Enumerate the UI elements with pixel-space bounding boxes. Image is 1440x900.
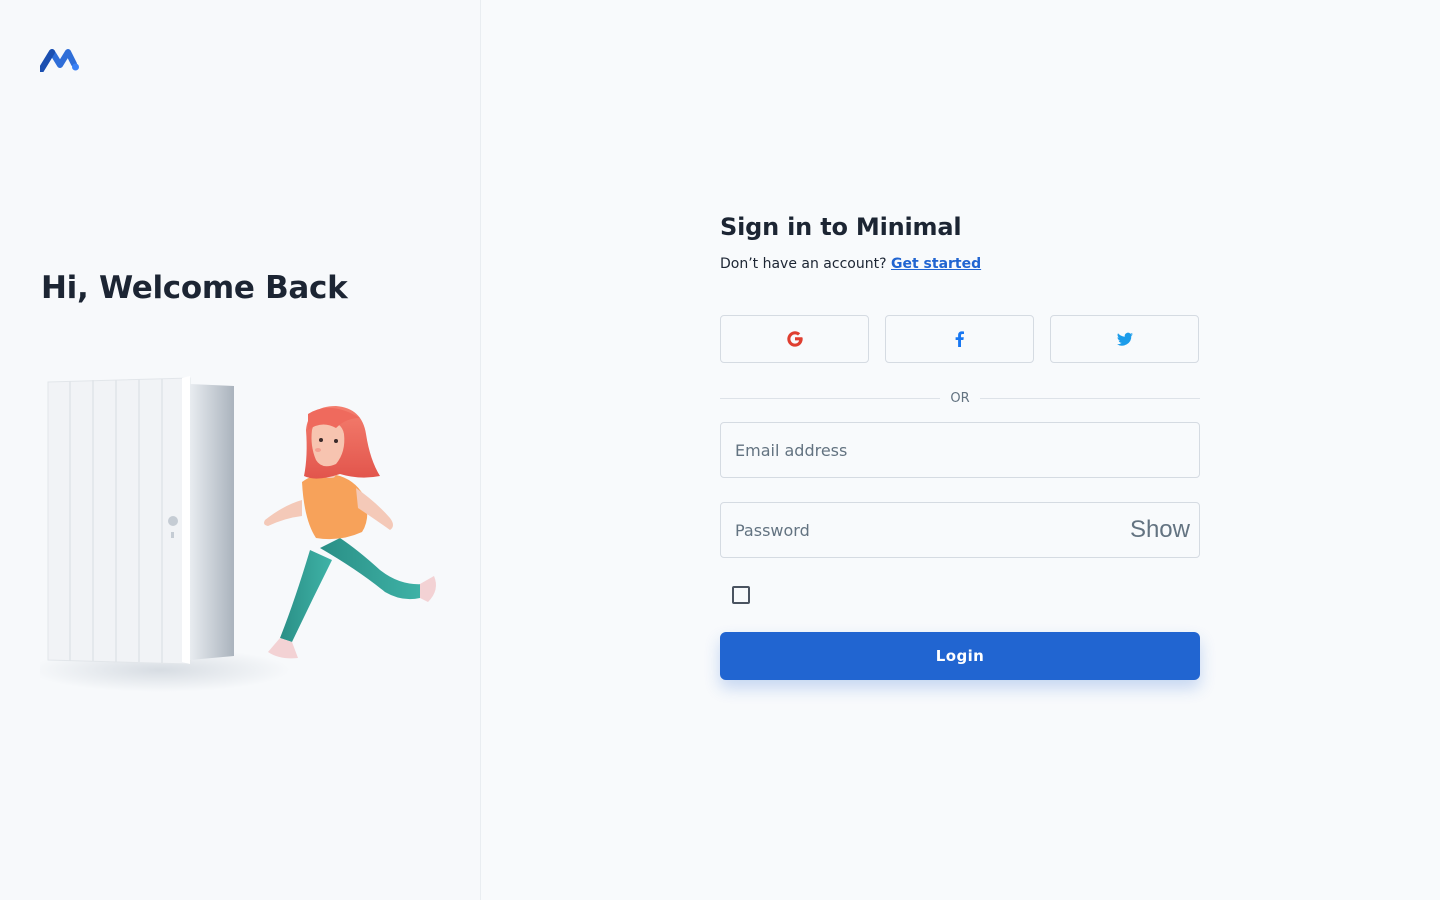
twitter-icon <box>1116 332 1133 346</box>
left-panel: Hi, Welcome Back <box>0 0 481 900</box>
remember-row <box>720 586 1200 604</box>
welcome-heading: Hi, Welcome Back <box>41 270 348 306</box>
twitter-login-button[interactable] <box>1050 315 1199 363</box>
password-field: Show <box>720 502 1200 558</box>
email-field <box>720 422 1200 478</box>
google-login-button[interactable] <box>720 315 869 363</box>
right-panel: Sign in to Minimal Don’t have an account… <box>481 0 1440 900</box>
facebook-icon <box>955 331 964 347</box>
girl-running-out-door-illustration <box>40 376 436 692</box>
show-password-button[interactable]: Show <box>1130 516 1190 544</box>
password-input[interactable] <box>721 503 1199 557</box>
get-started-link[interactable]: Get started <box>891 256 981 272</box>
google-icon <box>786 331 803 347</box>
signup-prompt-text: Don’t have an account? <box>720 256 887 272</box>
divider-line-left <box>720 397 941 399</box>
sign-in-form: Sign in to Minimal Don’t have an account… <box>720 210 1201 680</box>
social-login-row <box>720 315 1200 363</box>
login-button[interactable]: Login <box>720 632 1200 680</box>
minimal-logo-icon[interactable] <box>40 48 80 72</box>
divider-label: OR <box>950 390 970 406</box>
remember-checkbox[interactable] <box>732 586 750 604</box>
divider-line-right <box>979 397 1201 399</box>
signup-prompt: Don’t have an account? Get started <box>720 254 1200 274</box>
facebook-login-button[interactable] <box>885 315 1034 363</box>
or-divider: OR <box>720 387 1201 409</box>
page-title: Sign in to Minimal <box>720 213 962 241</box>
email-input[interactable] <box>721 423 1199 477</box>
